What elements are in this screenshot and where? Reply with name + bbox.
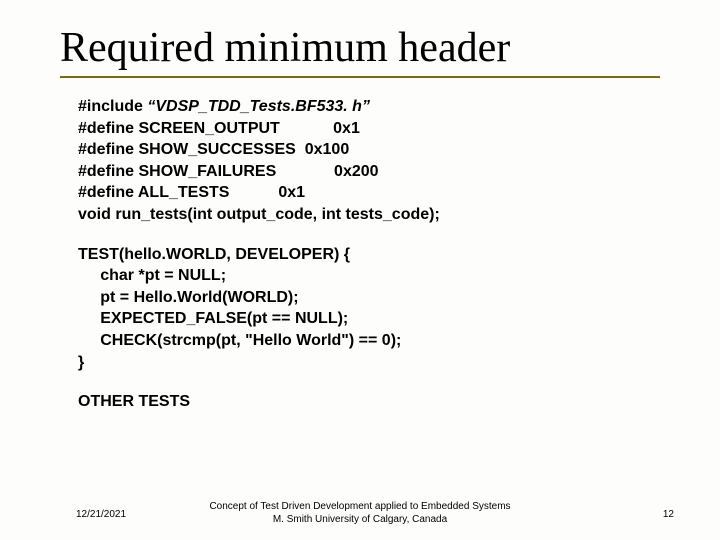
include-path: “VDSP_TDD_Tests.BF533. h” — [147, 98, 370, 115]
include-prefix: #include — [78, 98, 147, 115]
footer-center-line2: M. Smith University of Calgary, Canada — [273, 514, 447, 525]
slide-body: #include “VDSP_TDD_Tests.BF533. h” #defi… — [78, 96, 660, 413]
defines-block: #define SCREEN_OUTPUT 0x1 #define SHOW_S… — [78, 120, 440, 223]
code-block-other: OTHER TESTS — [78, 391, 660, 413]
slide-title: Required minimum header — [60, 24, 660, 72]
title-rule — [60, 76, 660, 78]
code-block-test: TEST(hello.WORLD, DEVELOPER) { char *pt … — [78, 244, 660, 374]
slide: Required minimum header #include “VDSP_T… — [0, 0, 720, 540]
footer-page: 12 — [663, 509, 674, 520]
footer-center-line1: Concept of Test Driven Development appli… — [209, 501, 510, 512]
footer-center: Concept of Test Driven Development appli… — [0, 501, 720, 526]
code-block-header: #include “VDSP_TDD_Tests.BF533. h” #defi… — [78, 96, 660, 226]
